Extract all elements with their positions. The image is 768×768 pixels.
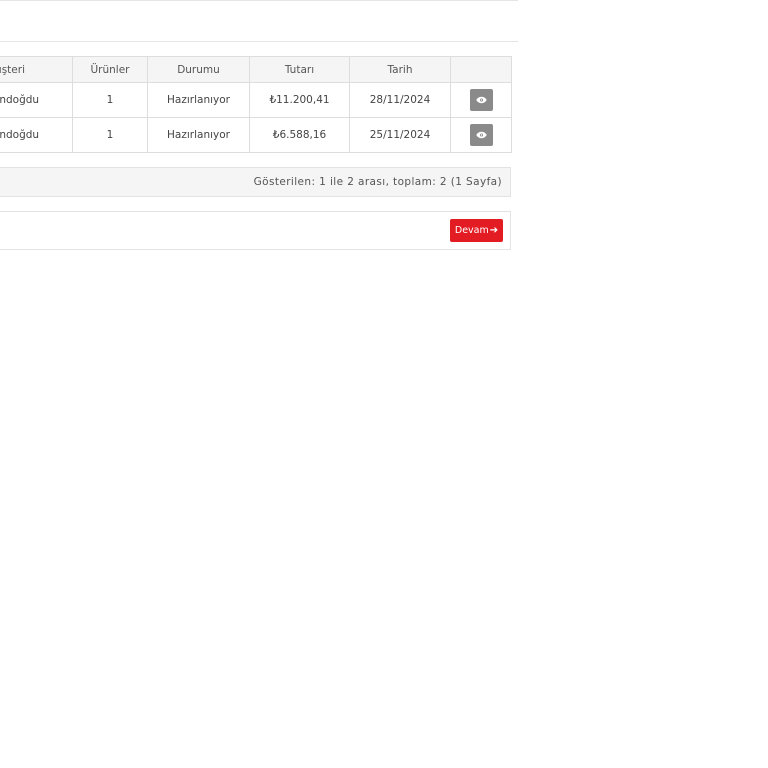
column-header-date: Tarih xyxy=(349,56,451,83)
continue-button[interactable]: Devam ➔ xyxy=(450,219,503,242)
eye-icon xyxy=(475,96,487,104)
cell-actions xyxy=(450,82,512,118)
header-divider xyxy=(0,41,518,42)
column-header-customer: Müşteri xyxy=(0,56,73,83)
table-header-row: Müşteri Ürünler Durumu Tutarı Tarih xyxy=(0,56,512,83)
arrow-right-icon: ➔ xyxy=(489,225,499,236)
continue-bar: Devam ➔ xyxy=(0,211,511,250)
cell-date: 28/11/2024 xyxy=(349,82,451,118)
cell-actions xyxy=(450,117,512,153)
column-header-status: Durumu xyxy=(147,56,250,83)
eye-icon xyxy=(475,131,487,139)
cell-date: 25/11/2024 xyxy=(349,117,451,153)
cell-amount: ₺11.200,41 xyxy=(249,82,350,118)
continue-label: Devam xyxy=(454,225,489,236)
cell-customer: gündoğdu xyxy=(0,117,73,153)
pagination-summary: Gösterilen: 1 ile 2 arası, toplam: 2 (1 … xyxy=(253,176,502,188)
column-header-amount: Tutarı xyxy=(249,56,350,83)
top-divider xyxy=(0,0,518,1)
cell-status: Hazırlanıyor xyxy=(147,117,250,153)
orders-table: Müşteri Ürünler Durumu Tutarı Tarih günd… xyxy=(0,56,512,153)
order-history-page: Müşteri Ürünler Durumu Tutarı Tarih günd… xyxy=(0,0,768,768)
cell-products: 1 xyxy=(72,117,148,153)
table-row: gündoğdu 1 Hazırlanıyor ₺6.588,16 25/11/… xyxy=(0,117,512,153)
cell-products: 1 xyxy=(72,82,148,118)
view-order-button[interactable] xyxy=(469,89,493,111)
column-header-products: Ürünler xyxy=(72,56,148,83)
column-header-actions xyxy=(450,56,512,83)
table-row: gündoğdu 1 Hazırlanıyor ₺11.200,41 28/11… xyxy=(0,82,512,118)
view-order-button[interactable] xyxy=(469,124,493,146)
pagination-bar: Gösterilen: 1 ile 2 arası, toplam: 2 (1 … xyxy=(0,167,511,197)
cell-amount: ₺6.588,16 xyxy=(249,117,350,153)
cell-customer: gündoğdu xyxy=(0,82,73,118)
cell-status: Hazırlanıyor xyxy=(147,82,250,118)
